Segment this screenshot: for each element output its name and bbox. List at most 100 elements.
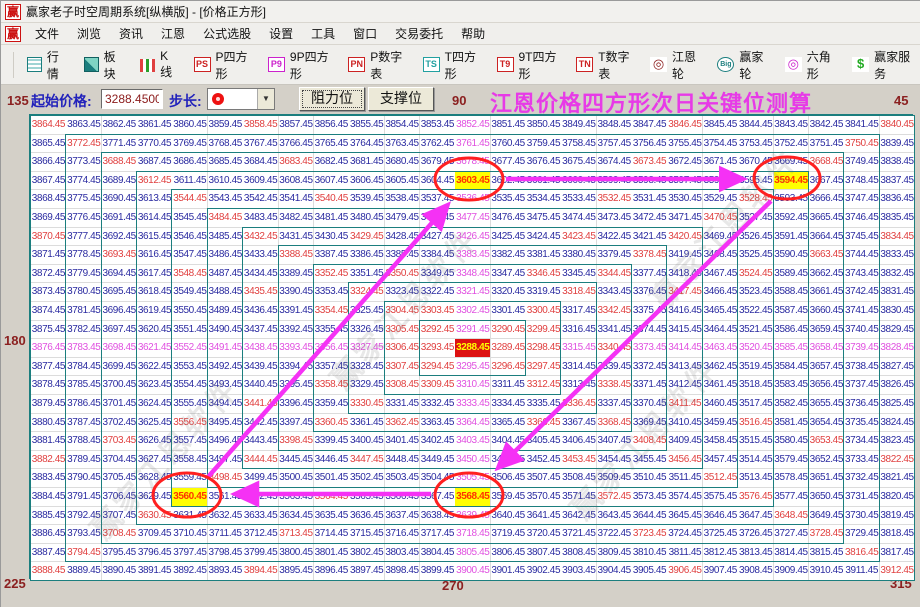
grid-cell: 3422.45 bbox=[597, 228, 633, 247]
grid-cell: 3575.45 bbox=[703, 488, 739, 507]
grid-cell: 3581.45 bbox=[774, 414, 810, 433]
grid-cell: 3484.45 bbox=[208, 209, 244, 228]
grid-cell: 3435.45 bbox=[243, 283, 279, 302]
grid-cell: 3577.45 bbox=[774, 488, 810, 507]
grid-cell: 3409.45 bbox=[667, 432, 703, 451]
start-price-input[interactable] bbox=[101, 89, 163, 109]
grid-cell: 3394.45 bbox=[279, 358, 315, 377]
grid-cell: 3735.45 bbox=[844, 414, 880, 433]
grid-cell: 3318.45 bbox=[561, 283, 597, 302]
grid-cell: 3617.45 bbox=[137, 265, 173, 284]
grid-cell: 3421.45 bbox=[632, 228, 668, 247]
grid-cell: 3761.45 bbox=[455, 135, 491, 154]
toolbar-button-p-number[interactable]: PNP数字表 bbox=[341, 44, 413, 86]
grid-cell: 3296.45 bbox=[491, 358, 527, 377]
toolbar-button-sectors[interactable]: 板块 bbox=[77, 44, 132, 86]
grid-cell: 3909.45 bbox=[774, 562, 810, 581]
grid-cell: 3565.45 bbox=[349, 488, 385, 507]
grid-cell: 3334.45 bbox=[491, 395, 527, 414]
t-number-icon: TN bbox=[576, 57, 593, 72]
support-button[interactable]: 支撑位 bbox=[368, 87, 434, 111]
grid-cell: 3308.45 bbox=[385, 376, 421, 395]
grid-cell: 3732.45 bbox=[844, 469, 880, 488]
p9-square-icon: P9 bbox=[268, 57, 285, 72]
grid-cell: 3602.45 bbox=[491, 172, 527, 191]
grid-cell: 3612.45 bbox=[137, 172, 173, 191]
grid-cell: 3514.45 bbox=[738, 451, 774, 470]
grid-cell: 3696.45 bbox=[102, 302, 138, 321]
grid-cell: 3592.45 bbox=[774, 209, 810, 228]
grid-cell: 3813.45 bbox=[738, 544, 774, 563]
grid-cell: 3741.45 bbox=[844, 302, 880, 321]
toolbar-button-winner-wheel[interactable]: Big赢家轮 bbox=[710, 44, 775, 86]
kline-icon bbox=[140, 59, 155, 72]
grid-cell: 3897.45 bbox=[349, 562, 385, 581]
menu-item-9[interactable]: 帮助 bbox=[452, 23, 494, 44]
toolbar-button-gann-wheel[interactable]: ◎江恩轮 bbox=[643, 44, 708, 86]
dropdown-arrow-icon[interactable]: ▼ bbox=[257, 89, 274, 109]
toolbar-button-p-square[interactable]: PSP四方形 bbox=[187, 44, 259, 86]
grid-cell: 3831.45 bbox=[880, 283, 916, 302]
grid-cell: 3816.45 bbox=[844, 544, 880, 563]
price-square-grid[interactable]: 3864.453863.453862.453861.453860.453859.… bbox=[29, 114, 913, 579]
grid-cell: 3849.45 bbox=[561, 116, 597, 135]
grid-cell: 3398.45 bbox=[279, 432, 315, 451]
grid-cell: 3430.45 bbox=[314, 228, 350, 247]
grid-cell: 3298.45 bbox=[526, 339, 562, 358]
grid-cell: 3880.45 bbox=[31, 414, 67, 433]
grid-cell: 3465.45 bbox=[703, 302, 739, 321]
toolbar-button-t-number[interactable]: TNT数字表 bbox=[569, 44, 641, 86]
grid-cell: 3304.45 bbox=[385, 302, 421, 321]
grid-cell: 3653.45 bbox=[809, 432, 845, 451]
grid-cell: 3595.45 bbox=[738, 172, 774, 191]
grid-cell: 3876.45 bbox=[31, 339, 67, 358]
grid-cell: 3622.45 bbox=[137, 358, 173, 377]
menu-item-7[interactable]: 窗口 bbox=[344, 23, 386, 44]
grid-cell: 3533.45 bbox=[561, 190, 597, 209]
grid-cell: 3353.45 bbox=[314, 283, 350, 302]
grid-cell: 3561.45 bbox=[208, 488, 244, 507]
grid-cell: 3807.45 bbox=[526, 544, 562, 563]
toolbar-button-t-square[interactable]: TST四方形 bbox=[416, 44, 488, 86]
step-dropdown[interactable]: ▼ bbox=[207, 88, 275, 110]
grid-cell: 3603.45 bbox=[455, 172, 491, 191]
toolbar-button-hexagon[interactable]: ◎六角形 bbox=[778, 44, 843, 86]
menu-item-8[interactable]: 交易委托 bbox=[386, 23, 452, 44]
toolbar-button-t9-square[interactable]: T99T四方形 bbox=[490, 44, 568, 86]
grid-cell: 3469.45 bbox=[703, 228, 739, 247]
grid-cell: 3400.45 bbox=[349, 432, 385, 451]
resistance-button[interactable]: 阻力位 bbox=[299, 87, 365, 111]
grid-cell: 3843.45 bbox=[774, 116, 810, 135]
grid-cell: 3369.45 bbox=[632, 414, 668, 433]
grid-cell: 3684.45 bbox=[243, 153, 279, 172]
grid-cell: 3541.45 bbox=[279, 190, 315, 209]
grid-cell: 3766.45 bbox=[279, 135, 315, 154]
grid-cell: 3626.45 bbox=[137, 432, 173, 451]
toolbar-button-p9-square[interactable]: P99P四方形 bbox=[261, 44, 339, 86]
menu-item-4[interactable]: 公式选股 bbox=[194, 23, 260, 44]
grid-cell: 3452.45 bbox=[526, 451, 562, 470]
menu-item-5[interactable]: 设置 bbox=[260, 23, 302, 44]
grid-cell: 3578.45 bbox=[774, 469, 810, 488]
grid-cell: 3838.45 bbox=[880, 153, 916, 172]
grid-cell: 3791.45 bbox=[66, 488, 102, 507]
toolbar-button-service[interactable]: $赢家服务 bbox=[845, 44, 920, 86]
grid-cell: 3697.45 bbox=[102, 321, 138, 340]
toolbar-button-kline[interactable]: K线 bbox=[133, 45, 184, 84]
grid-cell: 3386.45 bbox=[349, 246, 385, 265]
menu-item-2[interactable]: 资讯 bbox=[110, 23, 152, 44]
menu-item-3[interactable]: 江恩 bbox=[152, 23, 194, 44]
grid-cell: 3692.45 bbox=[102, 228, 138, 247]
grid-cell: 3904.45 bbox=[597, 562, 633, 581]
grid-cell: 3689.45 bbox=[102, 172, 138, 191]
menu-item-1[interactable]: 浏览 bbox=[68, 23, 110, 44]
grid-cell: 3776.45 bbox=[66, 209, 102, 228]
grid-cell: 3503.45 bbox=[385, 469, 421, 488]
grid-cell: 3425.45 bbox=[491, 228, 527, 247]
menu-item-0[interactable]: 文件 bbox=[26, 23, 68, 44]
grid-cell: 3673.45 bbox=[632, 153, 668, 172]
grid-cell: 3745.45 bbox=[844, 228, 880, 247]
grid-cell: 3539.45 bbox=[349, 190, 385, 209]
menu-item-6[interactable]: 工具 bbox=[302, 23, 344, 44]
toolbar-button-quotes-table[interactable]: 行情 bbox=[20, 44, 75, 86]
